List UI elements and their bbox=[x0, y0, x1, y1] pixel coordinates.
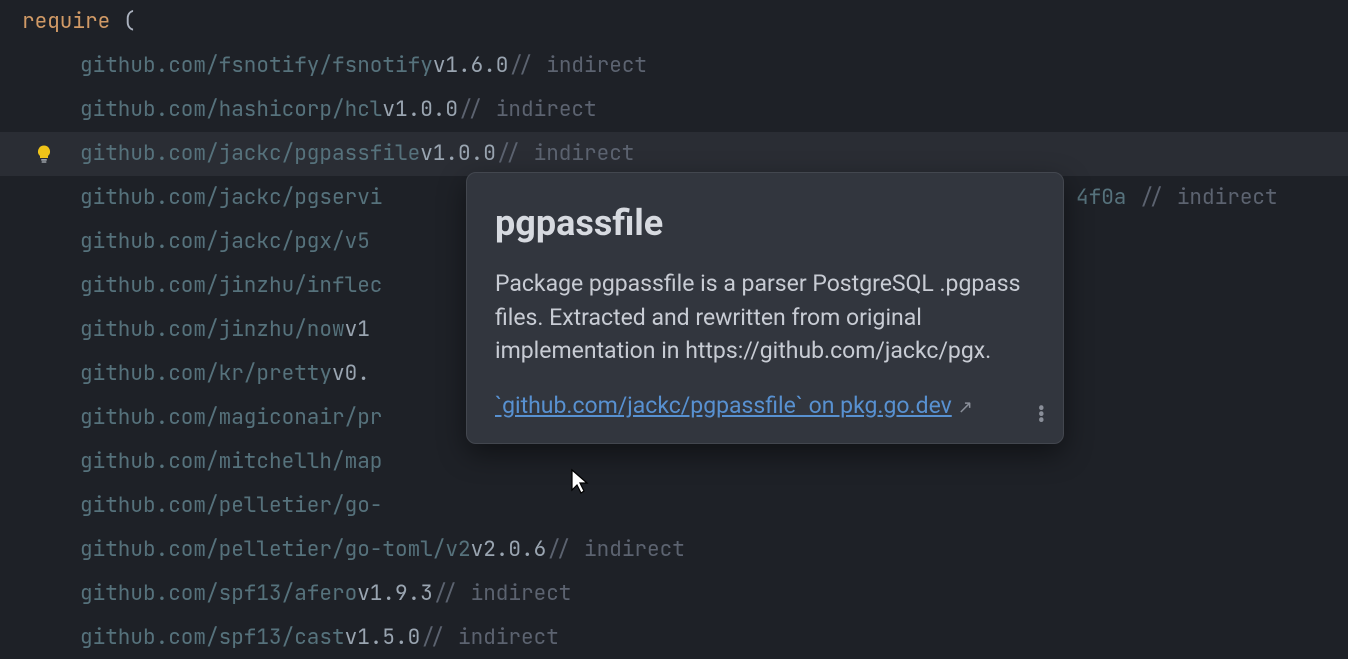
code-line-require: require ( bbox=[0, 0, 1348, 44]
module-path[interactable]: github.com/spf13/afero bbox=[80, 572, 357, 616]
module-path[interactable]: github.com/jinzhu/now bbox=[80, 308, 345, 352]
code-line: github.com/fsnotify/fsnotify v1.6.0 // i… bbox=[0, 44, 1348, 88]
module-path[interactable]: github.com/hashicorp/hcl bbox=[80, 88, 382, 132]
tooltip-more-icon[interactable]: ••• bbox=[1038, 407, 1045, 425]
comment: // indirect bbox=[433, 572, 572, 616]
module-version: v1.5.0 bbox=[345, 616, 421, 659]
module-path[interactable]: github.com/magiconair/pr bbox=[80, 396, 382, 440]
tooltip-body: Package pgpassfile is a parser PostgreSQ… bbox=[495, 267, 1035, 367]
truncated-tail: 4f0a // indirect bbox=[1076, 176, 1278, 220]
module-path[interactable]: github.com/jackc/pgservi bbox=[80, 176, 382, 220]
comment: // indirect bbox=[508, 44, 647, 88]
module-version: v0. bbox=[332, 352, 370, 396]
module-path[interactable]: github.com/jinzhu/inflec bbox=[80, 264, 382, 308]
module-version: v1.0.0 bbox=[382, 88, 458, 132]
module-version: v2.0.6 bbox=[471, 528, 547, 572]
code-line: github.com/spf13/afero v1.9.3 // indirec… bbox=[0, 572, 1348, 616]
module-version: v1.6.0 bbox=[433, 44, 509, 88]
paren-open: ( bbox=[123, 0, 136, 44]
code-line: github.com/jackc/pgpassfile v1.0.0 // in… bbox=[0, 132, 1348, 176]
module-path[interactable]: github.com/fsnotify/fsnotify bbox=[80, 44, 433, 88]
tooltip-doc-link[interactable]: `github.com/jackc/pgpassfile` on pkg.go.… bbox=[495, 392, 952, 419]
module-path[interactable]: github.com/spf13/cast bbox=[80, 616, 345, 659]
lightbulb-icon[interactable] bbox=[34, 144, 54, 164]
module-path[interactable]: github.com/mitchellh/map bbox=[80, 440, 382, 484]
code-line: github.com/mitchellh/map bbox=[0, 440, 1348, 484]
module-version: v1.0.0 bbox=[420, 132, 496, 176]
module-path[interactable]: github.com/jackc/pgpassfile bbox=[80, 132, 420, 176]
comment: // indirect bbox=[420, 616, 559, 659]
module-version: v1 bbox=[345, 308, 370, 352]
code-line: github.com/hashicorp/hcl v1.0.0 // indir… bbox=[0, 88, 1348, 132]
code-line: github.com/spf13/cast v1.5.0 // indirect bbox=[0, 616, 1348, 659]
module-path[interactable]: github.com/pelletier/go- bbox=[80, 484, 382, 528]
external-link-icon: ↗ bbox=[958, 397, 973, 418]
comment: // indirect bbox=[546, 528, 685, 572]
comment: // indirect bbox=[458, 88, 597, 132]
module-path[interactable]: github.com/kr/pretty bbox=[80, 352, 332, 396]
code-line: github.com/pelletier/go-toml/v2 v2.0.6 /… bbox=[0, 528, 1348, 572]
module-path[interactable]: github.com/pelletier/go-toml/v2 bbox=[80, 528, 471, 572]
gutter-slot bbox=[30, 144, 58, 164]
code-line: github.com/pelletier/go- bbox=[0, 484, 1348, 528]
module-version: v1.9.3 bbox=[357, 572, 433, 616]
comment: // indirect bbox=[496, 132, 635, 176]
keyword-require: require bbox=[22, 0, 110, 44]
documentation-tooltip: pgpassfile Package pgpassfile is a parse… bbox=[466, 172, 1064, 444]
tooltip-title: pgpassfile bbox=[495, 197, 1035, 249]
module-path[interactable]: github.com/jackc/pgx/v5 bbox=[80, 220, 370, 264]
